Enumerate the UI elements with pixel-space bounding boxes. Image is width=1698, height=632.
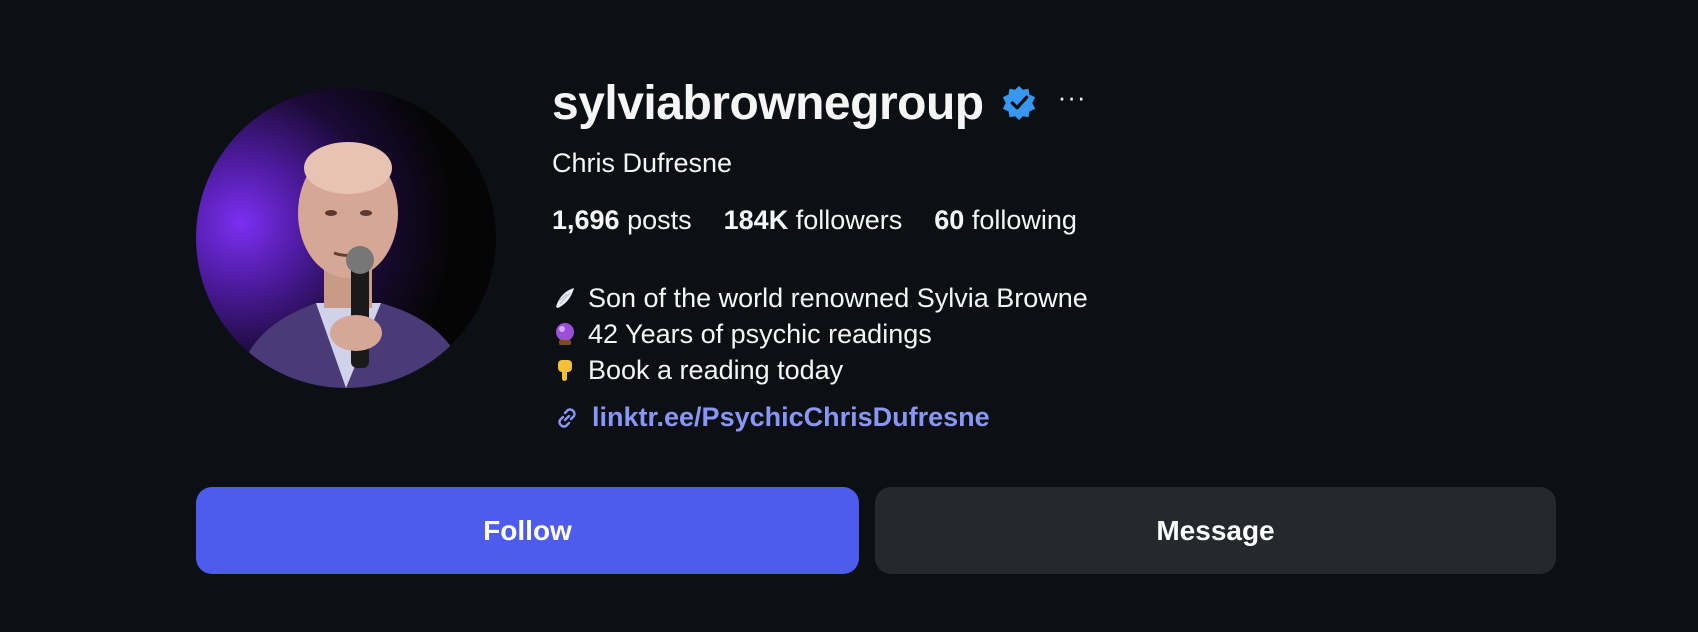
- following-label: following: [971, 205, 1077, 235]
- bio-text: Book a reading today: [588, 355, 844, 385]
- profile-header: sylviabrownegroup ··· Chris Dufresne 1,6…: [552, 74, 1552, 433]
- pointing-down-icon: [558, 360, 572, 381]
- profile-link[interactable]: linktr.ee/PsychicChrisDufresne: [552, 402, 1552, 433]
- posts-label: posts: [627, 205, 692, 235]
- link-icon: [558, 407, 576, 428]
- bio-line: 42 Years of psychic readings: [552, 316, 1552, 352]
- link-text[interactable]: linktr.ee/PsychicChrisDufresne: [592, 402, 990, 433]
- angel-wing-icon: [556, 288, 574, 308]
- profile-stats: 1,696 posts 184K followers 60 following: [552, 205, 1552, 236]
- bio-line: Son of the world renowned Sylvia Browne: [552, 280, 1552, 316]
- following-count: 60: [934, 205, 965, 235]
- verified-badge-icon: [1002, 85, 1035, 121]
- title-row: sylviabrownegroup ···: [552, 74, 1552, 132]
- bio-line: Book a reading today: [552, 352, 1552, 388]
- bio-text: Son of the world renowned Sylvia Browne: [588, 283, 1088, 313]
- posts-stat[interactable]: 1,696 posts: [552, 205, 692, 236]
- full-name: Chris Dufresne: [552, 148, 733, 178]
- follow-button[interactable]: Follow: [196, 487, 859, 574]
- crystal-ball-icon: [556, 323, 574, 345]
- more-options-icon[interactable]: ···: [1058, 82, 1087, 113]
- username: sylviabrownegroup: [552, 76, 984, 130]
- message-button[interactable]: Message: [875, 487, 1556, 574]
- followers-count: 184K: [723, 205, 789, 235]
- posts-count: 1,696: [552, 205, 620, 235]
- following-stat[interactable]: 60 following: [934, 205, 1077, 236]
- profile-photo: [236, 142, 471, 388]
- profile-avatar[interactable]: [196, 88, 496, 388]
- bio: Son of the world renowned Sylvia Browne …: [552, 280, 1552, 388]
- followers-label: followers: [795, 205, 903, 235]
- bio-text: 42 Years of psychic readings: [588, 319, 932, 349]
- followers-stat[interactable]: 184K followers: [724, 205, 903, 236]
